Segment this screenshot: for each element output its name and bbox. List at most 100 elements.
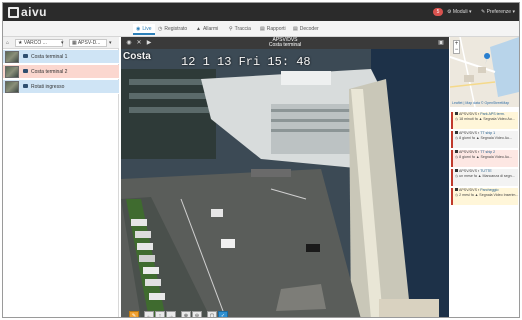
alarm-icon: ▲ xyxy=(196,26,201,32)
pan-right-icon[interactable]: → xyxy=(166,311,176,317)
camera-label: Rotati ingresso xyxy=(31,84,65,90)
pan-left-icon[interactable]: ← xyxy=(144,311,154,317)
group-selector-value: APSV-D... xyxy=(77,40,101,46)
event-source: APSV/DVS xyxy=(459,150,477,154)
event-item[interactable]: APSV/DVS ▪ Park APS term. ◷ 18 minuti fa… xyxy=(451,112,518,129)
event-item[interactable]: APSV/DVS ▪ TT ship 2 ◷ 8 giorni fa ▲ Seg… xyxy=(451,150,518,167)
ptz-controls: ✎ ← ↑ → ⊕ ⊖ ▢ ✓ xyxy=(129,311,228,317)
app-window: aivu 5 ⚙ Moduli ▾ ✎ Preferenze ▾ ◉ Live ◷… xyxy=(2,2,520,318)
live-icon: ◉ xyxy=(136,26,141,32)
tab-label: Live xyxy=(142,26,152,32)
camera-overlay-label: Costa xyxy=(123,51,151,62)
tab-allarmi[interactable]: ▲ Allarmi xyxy=(193,24,221,35)
right-panel: + − Leaflet | Map data © OpenStreetMap A… xyxy=(450,37,519,317)
event-source: APSV/DVS xyxy=(459,188,477,192)
logo[interactable]: aivu xyxy=(8,5,47,19)
event-label: TT ship 2 xyxy=(480,150,496,154)
tab-label: Allarmi xyxy=(202,26,219,32)
preferenze-label: Preferenze ▾ xyxy=(486,9,515,15)
map-zoom-control: + − xyxy=(453,40,460,54)
event-time: 8 giorni fa xyxy=(459,155,475,159)
camera-item[interactable]: Costa terminal 1 xyxy=(3,50,119,64)
chevron-down-icon[interactable]: ▾ xyxy=(61,39,64,47)
event-label: TUTTE xyxy=(480,169,492,173)
camera-icon xyxy=(455,169,458,172)
event-label: Parcheggio xyxy=(480,188,499,192)
camera-icon xyxy=(23,54,28,58)
event-detail: ◷ 8 giorni fa ▲ Segnala Video Au... xyxy=(455,136,518,141)
edit-icon[interactable]: ✎ xyxy=(129,311,139,317)
site-selector-value: VARCO ... xyxy=(23,40,47,46)
zoom-out-icon[interactable]: ⊖ xyxy=(192,311,202,317)
tab-traccia[interactable]: ⚲ Traccia xyxy=(226,24,254,35)
camera-icon xyxy=(455,112,458,115)
event-action: Segnala Video Au... xyxy=(483,117,515,121)
camera-icon xyxy=(23,69,28,73)
map-attribution[interactable]: Leaflet | Map data © OpenStreetMap xyxy=(452,101,509,105)
logo-text: aivu xyxy=(21,5,48,19)
camera-feed[interactable]: Costa 12 1 13 Fri 15: 48 ✎ ← ↑ → ⊕ ⊖ ▢ ✓ xyxy=(121,49,449,317)
video-viewer: ◉ ✕ ▶ APSV/DVS Costa terminal ▣ Costa 12… xyxy=(121,37,449,317)
decoder-icon: ▤ xyxy=(293,26,298,32)
camera-item[interactable]: Rotati ingresso xyxy=(3,80,119,94)
event-item[interactable]: APSV/DVS ▪ TUTTE ◷ un mese fa ▲ Mancanza… xyxy=(451,169,518,186)
video-toolbar: ◉ ✕ ▶ APSV/DVS Costa terminal ▣ xyxy=(121,37,449,49)
tab-registrato[interactable]: ◷ Registrato xyxy=(155,24,190,35)
event-action: Segnala Video Au... xyxy=(480,136,513,140)
ptz-spacer xyxy=(203,311,206,317)
camera-icon xyxy=(23,84,28,88)
tab-label: Registrato xyxy=(164,26,188,32)
event-source: APSV/DVS xyxy=(459,131,477,135)
camera-icon xyxy=(455,188,458,191)
group-selector[interactable]: ▦ APSV-D... xyxy=(69,39,107,47)
event-detail: ◷ 2 mesi fa ▲ Segnala Video Inserim... xyxy=(455,193,518,198)
report-icon: ▤ xyxy=(260,26,265,32)
event-label: Park APS term. xyxy=(480,112,505,116)
home-icon[interactable]: ⌂ xyxy=(6,39,9,47)
clock-icon: ◷ xyxy=(158,26,163,32)
tab-label: Traccia xyxy=(234,26,251,32)
camera-thumbnail xyxy=(5,51,19,63)
camera-feed-image xyxy=(121,49,449,317)
camera-icon xyxy=(455,131,458,134)
site-selector[interactable]: ★ VARCO ... xyxy=(15,39,63,47)
ptz-spacer xyxy=(177,311,180,317)
camera-label: Costa terminal 1 xyxy=(31,54,68,60)
moduli-label: Moduli ▾ xyxy=(452,9,472,15)
chevron-down-icon[interactable]: ▾ xyxy=(109,39,112,47)
event-action: Segnala Video Inserim... xyxy=(479,193,519,197)
tab-decoder[interactable]: ▤ Decoder xyxy=(290,24,322,35)
top-bar: aivu 5 ⚙ Moduli ▾ ✎ Preferenze ▾ xyxy=(3,3,519,21)
map-tiles xyxy=(450,37,519,107)
camera-list-toolbar: ⌂ ★ VARCO ... ▾ ▦ APSV-D... ▾ xyxy=(3,37,119,49)
zoom-in-icon[interactable]: ⊕ xyxy=(181,311,191,317)
tab-rapporti[interactable]: ▤ Rapporti xyxy=(257,24,289,35)
camera-thumbnail xyxy=(5,81,19,93)
event-detail: ◷ 18 minuti fa ▲ Segnala Video Au... xyxy=(455,117,518,122)
moduli-menu[interactable]: ⚙ Moduli ▾ xyxy=(447,8,472,16)
event-list: APSV/DVS ▪ Park APS term. ◷ 18 minuti fa… xyxy=(451,112,518,207)
preferenze-menu[interactable]: ✎ Preferenze ▾ xyxy=(481,8,515,16)
event-source: APSV/DVS xyxy=(459,112,477,116)
map-view[interactable]: + − Leaflet | Map data © OpenStreetMap xyxy=(450,37,519,107)
video-subtitle: Costa terminal xyxy=(268,42,302,48)
event-item[interactable]: APSV/DVS ▪ TT ship 1 ◷ 8 giorni fa ▲ Seg… xyxy=(451,131,518,148)
notification-badge[interactable]: 5 xyxy=(433,8,443,16)
event-time: un mese fa xyxy=(459,174,477,178)
event-time: 2 mesi fa xyxy=(459,193,474,197)
event-action: Mancanza di segn... xyxy=(482,174,515,178)
zoom-out-icon[interactable]: − xyxy=(454,47,459,53)
event-label: TT ship 1 xyxy=(480,131,496,135)
tab-label: Decoder xyxy=(299,26,319,32)
event-action: Segnala Video Au... xyxy=(480,155,513,159)
pin-icon: ⚲ xyxy=(229,26,233,32)
tilt-up-icon[interactable]: ↑ xyxy=(155,311,165,317)
camera-icon xyxy=(455,150,458,153)
tab-live[interactable]: ◉ Live xyxy=(133,24,155,35)
event-item[interactable]: APSV/DVS ▪ Parcheggio ◷ 2 mesi fa ▲ Segn… xyxy=(451,188,518,205)
camera-item[interactable]: Costa terminal 2 xyxy=(3,65,119,79)
event-time: 8 giorni fa xyxy=(459,136,475,140)
preset-icon[interactable]: ▢ xyxy=(207,311,217,317)
check-icon[interactable]: ✓ xyxy=(218,311,228,317)
fullscreen-icon[interactable]: ▣ xyxy=(437,39,445,47)
